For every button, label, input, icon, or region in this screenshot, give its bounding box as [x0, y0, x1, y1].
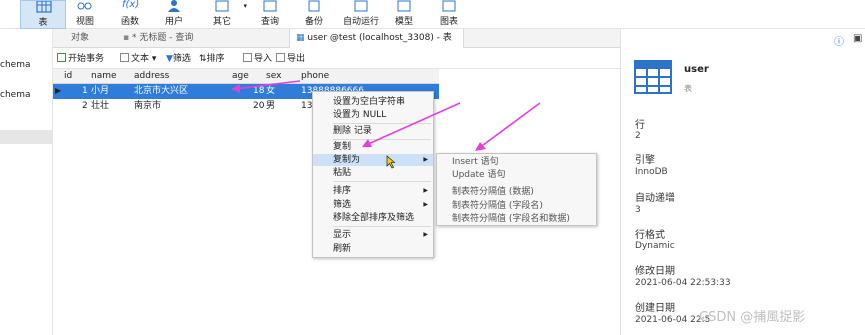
info-label-autoincrement: 自动递增: [635, 193, 675, 204]
info-value-row-format: Dynamic: [635, 241, 675, 251]
info-value-rows: 2: [635, 131, 641, 141]
object-name: user: [684, 64, 709, 75]
info-label-rows: 行: [635, 120, 645, 131]
arrow-to-address-cell: [233, 80, 301, 90]
info-value-modified: 2021-06-04 22:53:33: [635, 278, 731, 288]
info-value-autoincrement: 3: [635, 205, 641, 215]
object-info-panel: ⓘ ▣ user 表 行 2 引擎 InnoDB 自动递增 3 行格式 Dyna…: [620, 29, 865, 335]
info-label-modified: 修改日期: [635, 266, 675, 277]
info-label-engine: 引擎: [635, 155, 655, 166]
info-label-row-format: 行格式: [635, 230, 665, 241]
ddl-icon[interactable]: ▣: [853, 33, 862, 44]
arrow-to-copy-item: [365, 102, 461, 146]
info-value-engine: InnoDB: [635, 167, 668, 177]
arrow-to-insert-item: [478, 102, 541, 149]
info-icon[interactable]: ⓘ: [834, 33, 844, 48]
table-large-icon: [634, 60, 672, 94]
object-type: 表: [684, 84, 692, 93]
info-label-created: 创建日期: [635, 303, 675, 314]
watermark-text: CSDN @捕風捉影: [699, 310, 806, 325]
arrow-head: [231, 84, 240, 93]
